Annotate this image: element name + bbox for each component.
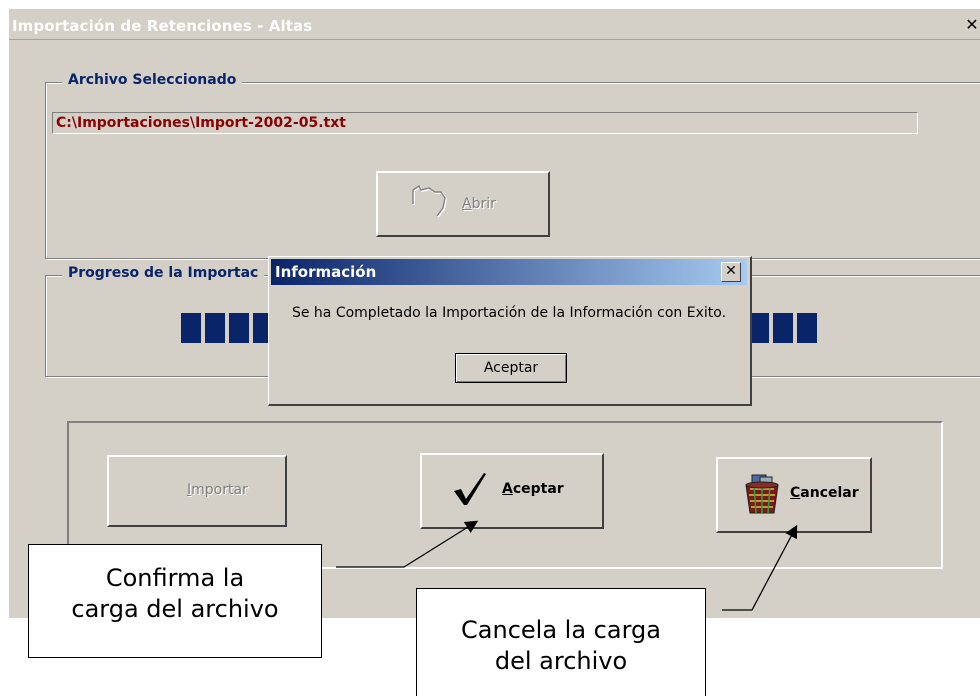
dialog-message: Se ha Completado la Importación de la In… — [291, 305, 727, 321]
cancel-callout-line1: Cancela la carga — [461, 616, 661, 644]
progress-block — [205, 313, 225, 343]
file-group: Archivo Seleccionado C:\Importaciones\Im… — [45, 72, 980, 259]
cancel-button[interactable]: Cancelar — [716, 457, 872, 533]
cancel-callout-line2: del archivo — [494, 647, 628, 675]
dialog-ok-label: Aceptar — [483, 360, 539, 376]
progress-group-label: Progreso de la Importac — [62, 265, 265, 281]
progress-block — [181, 313, 201, 343]
confirm-callout-line2: carga del archivo — [71, 595, 279, 623]
trash-bin-icon — [745, 474, 779, 514]
dialog-title-bar[interactable]: Información ✕ — [271, 259, 747, 285]
open-button: Abrir — [376, 171, 550, 237]
file-path-field[interactable]: C:\Importaciones\Import-2002-05.txt — [52, 112, 918, 134]
import-button-label: Importar — [187, 482, 248, 498]
window-close-icon[interactable]: ✕ — [963, 15, 980, 35]
window-title: Importación de Retenciones - Altas — [12, 17, 313, 35]
progress-block — [229, 313, 249, 343]
progress-block — [749, 313, 769, 343]
confirm-callout: Confirma la carga del archivo — [28, 544, 322, 658]
cancel-button-label: Cancelar — [790, 485, 859, 501]
file-group-label: Archivo Seleccionado — [62, 72, 243, 88]
dialog-close-icon[interactable]: ✕ — [721, 262, 741, 282]
accept-button[interactable]: Aceptar — [420, 453, 604, 529]
progress-block — [797, 313, 817, 343]
accept-button-label: Aceptar — [502, 481, 564, 497]
cancel-callout: Cancela la carga del archivo — [416, 588, 706, 696]
info-dialog: Información ✕ Se ha Completado la Import… — [268, 256, 752, 406]
dialog-title: Información — [275, 263, 377, 281]
dialog-ok-button[interactable]: Aceptar — [455, 353, 567, 383]
folder-open-icon — [412, 184, 448, 218]
progress-block — [773, 313, 793, 343]
confirm-callout-line1: Confirma la — [105, 564, 245, 592]
open-button-label: Abrir — [462, 196, 496, 212]
checkmark-icon — [454, 473, 486, 505]
import-button: Importar — [107, 455, 287, 527]
window-title-bar[interactable]: Importación de Retenciones - Altas ✕ — [9, 9, 980, 40]
